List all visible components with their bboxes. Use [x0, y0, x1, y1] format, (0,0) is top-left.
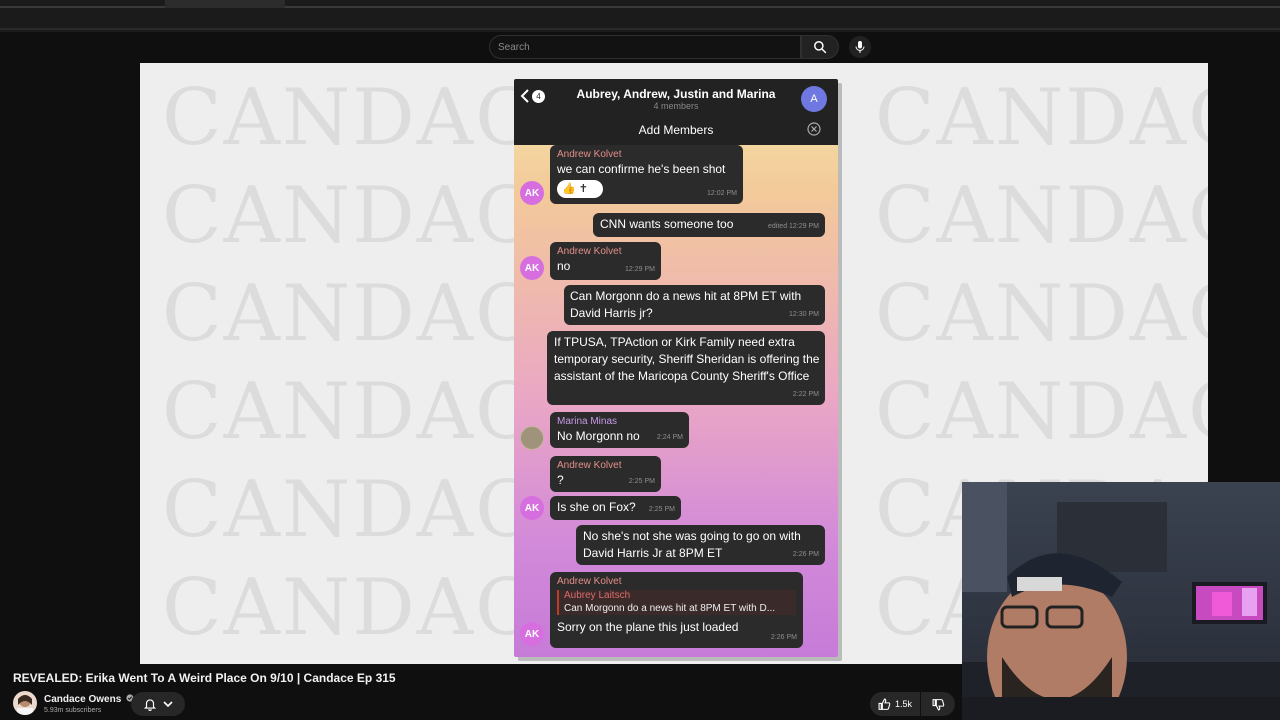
channel-name-text[interactable]: Candace Owens — [44, 694, 121, 705]
video-title: REVEALED: Erika Went To A Weird Place On… — [13, 671, 396, 685]
message-sender: Marina Minas — [557, 416, 618, 427]
watermark: CANDACE — [875, 171, 1208, 261]
close-icon — [807, 122, 821, 136]
dislike-button[interactable] — [921, 692, 955, 716]
bell-icon — [143, 699, 157, 711]
message-time: 2:25 PM — [648, 506, 675, 513]
avatar: AK — [520, 622, 544, 646]
reply-quote: Aubrey Laitsch Can Morgonn do a news hit… — [557, 590, 796, 615]
members-count: 4 members — [653, 101, 699, 111]
watermark: CANDACE — [875, 269, 1208, 359]
search-button[interactable] — [801, 35, 839, 59]
search-input[interactable] — [498, 41, 800, 53]
message-text: Can Morgonn do a news hit at 8PM ET with… — [570, 289, 802, 320]
avatar: AK — [520, 496, 544, 520]
message-time: 2:26 PM — [770, 634, 797, 641]
message-sender: Andrew Kolvet — [557, 149, 622, 160]
message-time: 12:30 PM — [789, 311, 819, 318]
subscriber-count: 5.93m subscribers — [44, 707, 102, 714]
avatar: AK — [520, 181, 544, 205]
chat-title: Aubrey, Andrew, Justin and Marina — [576, 87, 776, 101]
add-members-banner: Add Members — [638, 123, 714, 137]
message-time: 2:26 PM — [792, 551, 819, 558]
chat-header: 4 Aubrey, Andrew, Justin and Marina 4 me… — [514, 79, 838, 145]
channel-name[interactable]: Candace Owens — [44, 694, 134, 705]
message-sender: Andrew Kolvet — [557, 246, 622, 257]
message-bubble: If TPUSA, TPAction or Kirk Family need e… — [547, 331, 825, 405]
message-bubble: Andrew Kolvet we can confirme he's been … — [550, 145, 743, 204]
thumbs-down-icon — [932, 698, 944, 710]
active-tab[interactable] — [165, 0, 285, 8]
message-bubble: Is she on Fox? 2:25 PM — [550, 496, 681, 520]
message-bubble: No she's not she was going to go on with… — [576, 525, 825, 565]
message-time: 2:22 PM — [792, 391, 819, 398]
avatar: AK — [520, 256, 544, 280]
message-text: Is she on Fox? — [557, 500, 636, 514]
message-text: CNN wants someone too — [600, 217, 734, 231]
channel-avatar[interactable] — [13, 691, 37, 715]
thumbs-up-icon — [878, 698, 891, 710]
message-time: 2:25 PM — [628, 478, 655, 485]
toolbar-divider — [0, 28, 1280, 30]
message-text: No she's not she was going to go on with… — [583, 529, 801, 560]
voice-search-button[interactable] — [849, 36, 871, 58]
reply-text: Can Morgonn do a news hit at 8PM ET with… — [564, 603, 776, 614]
browser-tab-strip — [0, 0, 1280, 32]
reaction-chip: 👍 ✝ — [557, 180, 603, 198]
avatar — [17, 695, 33, 715]
message-time: 12:02 PM — [707, 190, 737, 197]
telegram-screenshot: 4 Aubrey, Andrew, Justin and Marina 4 me… — [514, 79, 838, 657]
like-button[interactable]: 1.5k — [870, 692, 920, 716]
watermark: CANDACE — [875, 367, 1208, 457]
reply-sender: Aubrey Laitsch — [564, 590, 631, 601]
avatar — [520, 426, 544, 450]
message-text: we can confirme he's been shot — [557, 162, 726, 176]
chevron-down-icon — [163, 701, 173, 708]
message-sender: Andrew Kolvet — [557, 576, 622, 587]
message-time: 2:24 PM — [656, 434, 683, 441]
message-text: If TPUSA, TPAction or Kirk Family need e… — [554, 335, 820, 383]
message-time: 12:29 PM — [625, 266, 655, 273]
message-text: Sorry on the plane this just loaded — [557, 620, 739, 634]
message-bubble: Marina Minas No Morgonn no 2:24 PM — [550, 412, 689, 448]
message-sender: Andrew Kolvet — [557, 460, 622, 471]
webcam-scene — [962, 482, 1280, 720]
notification-bell-button[interactable] — [131, 692, 185, 716]
search-box[interactable] — [489, 35, 801, 59]
message-bubble: CNN wants someone too edited 12:29 PM — [593, 213, 825, 237]
message-bubble: Andrew Kolvet no 12:29 PM — [550, 242, 661, 280]
search-icon — [814, 41, 827, 54]
mic-icon — [855, 41, 865, 53]
watermark: CANDACE — [875, 73, 1208, 163]
message-bubble: Can Morgonn do a news hit at 8PM ET with… — [564, 285, 825, 325]
message-time: edited 12:29 PM — [768, 223, 819, 230]
message-bubble: Andrew Kolvet Aubrey Laitsch Can Morgonn… — [550, 572, 803, 648]
message-bubble: Andrew Kolvet ? 2:25 PM — [550, 456, 661, 492]
like-count: 1.5k — [895, 699, 913, 709]
webcam-overlay — [962, 482, 1280, 720]
group-avatar: A — [801, 86, 827, 112]
